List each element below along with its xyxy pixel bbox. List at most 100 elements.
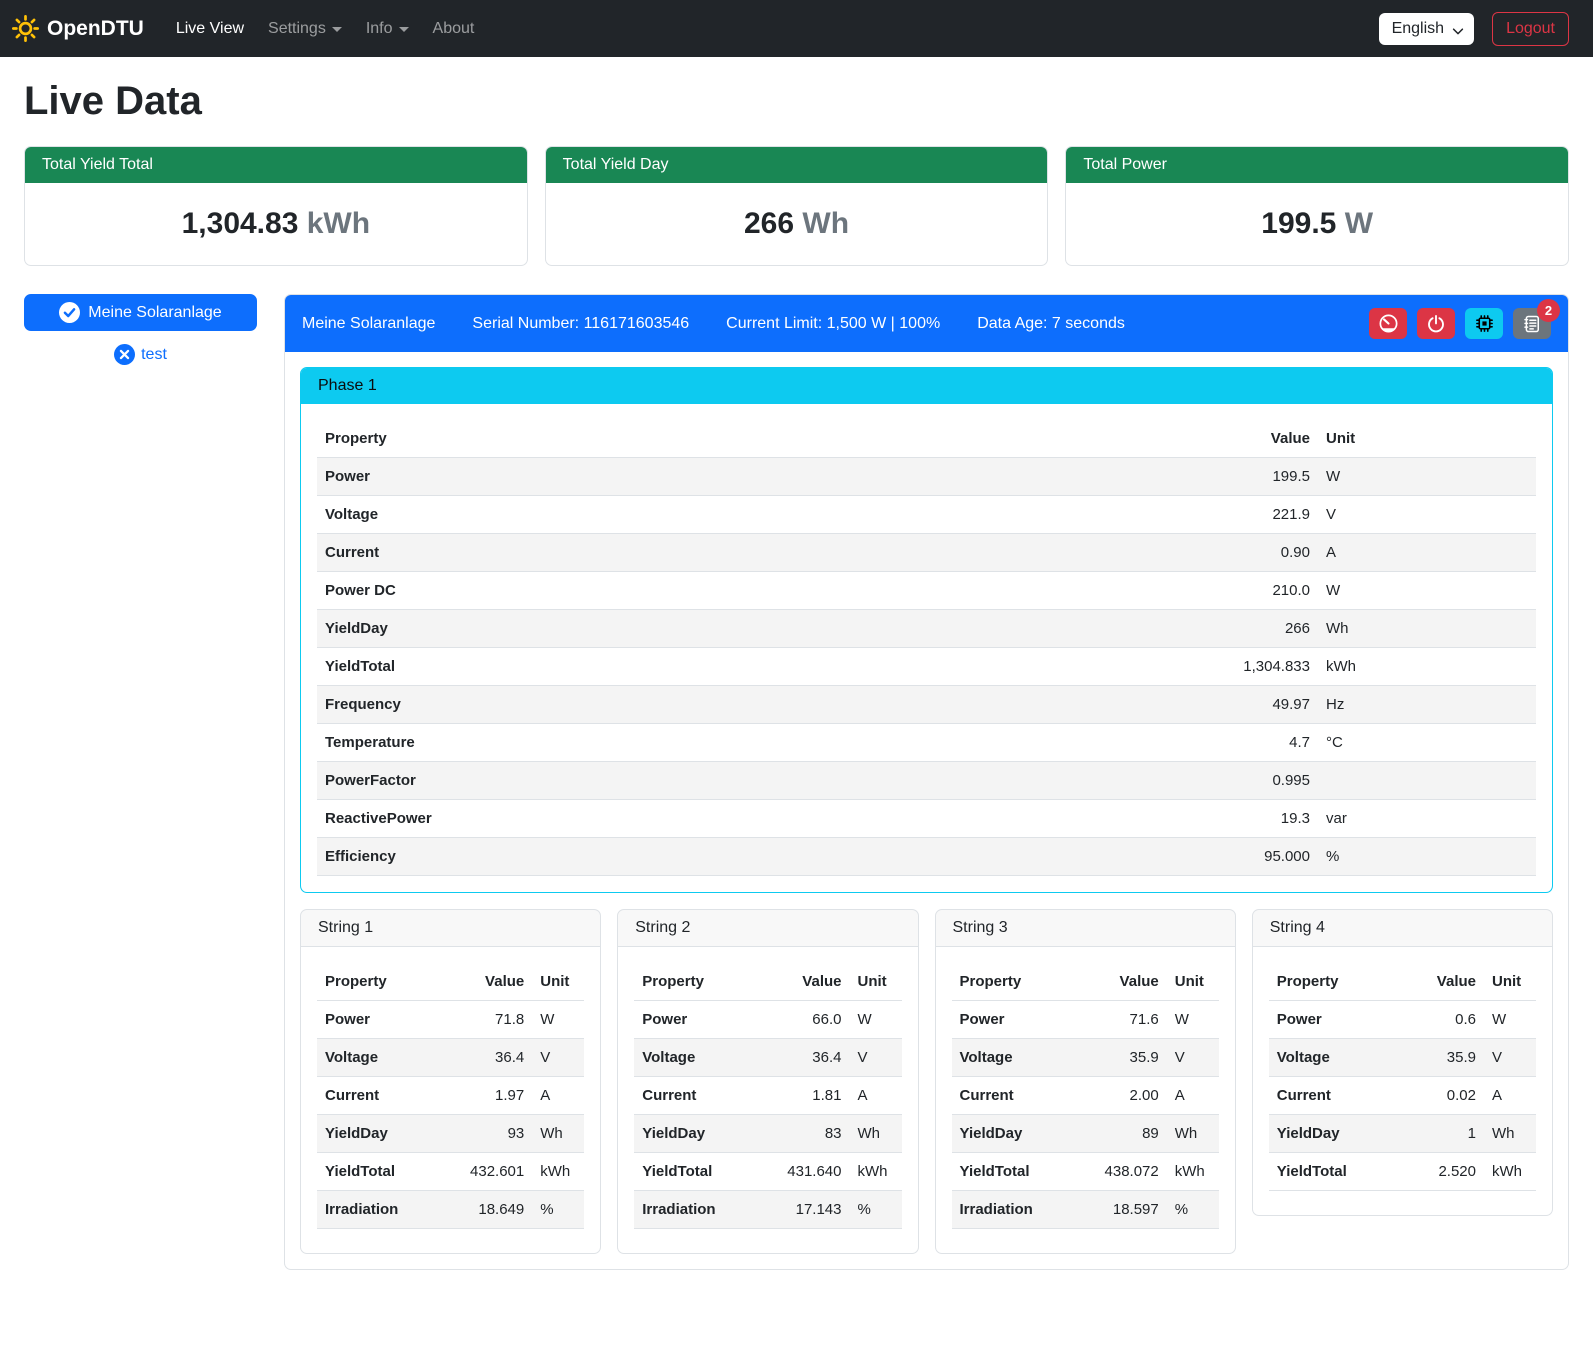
table-row: YieldTotal431.640kWh [634,1153,901,1191]
limit-settings-button[interactable] [1369,308,1407,339]
property-value: 49.97 [1196,686,1318,724]
property-name: Power [317,1001,444,1039]
nav-item-info[interactable]: Info [356,12,419,46]
card-title: Total Yield Total [25,147,527,183]
nav-item-about[interactable]: About [423,12,485,46]
card-unit: Wh [802,207,849,240]
property-value: 1.97 [444,1077,532,1115]
property-unit: % [850,1191,902,1229]
page-title: Live Data [24,79,1569,124]
property-unit: Wh [532,1115,584,1153]
property-value: 18.597 [1079,1191,1167,1229]
property-value: 2.00 [1079,1077,1167,1115]
property-value: 35.9 [1079,1039,1167,1077]
string-card-title: String 2 [618,910,917,947]
table-row: YieldTotal2.520kWh [1269,1153,1536,1191]
property-name: Power DC [317,572,1196,610]
property-unit: V [1167,1039,1219,1077]
property-unit: V [532,1039,584,1077]
inverter-item-test[interactable]: test [24,344,257,365]
table-row: YieldDay83Wh [634,1115,901,1153]
power-button[interactable] [1417,308,1455,339]
strings-row: String 1PropertyValueUnitPower71.8WVolta… [300,909,1553,1254]
logout-button[interactable]: Logout [1492,12,1569,46]
table-row: Temperature4.7°C [317,724,1536,762]
table-row: Power66.0W [634,1001,901,1039]
property-value: 1,304.833 [1196,648,1318,686]
total-power-card: Total Power 199.5 W [1065,146,1569,266]
property-name: YieldTotal [317,1153,444,1191]
table-row: Current1.97A [317,1077,584,1115]
brand[interactable]: OpenDTU [12,15,144,42]
table-row: Power0.6W [1269,1001,1536,1039]
column-header-property: Property [317,963,444,1001]
property-value: 210.0 [1196,572,1318,610]
property-unit: Wh [1484,1115,1536,1153]
property-name: YieldDay [952,1115,1079,1153]
property-name: Efficiency [317,838,1196,876]
property-name: Power [1269,1001,1396,1039]
column-header-property: Property [634,963,761,1001]
property-name: Voltage [634,1039,761,1077]
chevron-down-icon [1451,24,1465,38]
table-row: ReactivePower19.3var [317,800,1536,838]
nav-item-label: Live View [176,20,244,38]
card-title: Total Yield Day [546,147,1048,183]
top-navbar: OpenDTU Live View Settings Info About En… [0,0,1593,57]
string-card-body: PropertyValueUnitPower71.8WVoltage36.4VC… [301,947,600,1253]
serial-number: Serial Number: 116171603546 [472,315,689,333]
property-name: Current [317,534,1196,572]
table-row: Voltage221.9V [317,496,1536,534]
property-unit: W [1167,1001,1219,1039]
table-row: Power71.6W [952,1001,1219,1039]
inverter-panel-header: Meine Solaranlage Serial Number: 1161716… [285,295,1568,352]
inverter-panel-body: Phase 1 PropertyValueUnitPower199.5WVolt… [285,352,1568,1269]
property-name: Current [952,1077,1079,1115]
table-row: Current0.90A [317,534,1536,572]
inverter-selected-button[interactable]: Meine Solaranlage [24,294,257,331]
table-row: Current1.81A [634,1077,901,1115]
data-age: Data Age: 7 seconds [977,315,1125,333]
event-log-button[interactable]: 2 [1513,308,1551,339]
string-card-1: String 1PropertyValueUnitPower71.8WVolta… [300,909,601,1254]
nav-item-settings[interactable]: Settings [258,12,352,46]
column-header-unit: Unit [850,963,902,1001]
properties-table: PropertyValueUnitPower66.0WVoltage36.4VC… [634,963,901,1229]
property-unit: Wh [850,1115,902,1153]
column-header-unit: Unit [1318,420,1536,458]
properties-table: PropertyValueUnitPower71.8WVoltage36.4VC… [317,963,584,1229]
string-card-title: String 4 [1253,910,1552,947]
column-header-unit: Unit [1484,963,1536,1001]
property-value: 1 [1396,1115,1484,1153]
summary-cards-row: Total Yield Total 1,304.83 kWh Total Yie… [24,146,1569,266]
table-row: Irradiation18.649% [317,1191,584,1229]
property-name: Irradiation [634,1191,761,1229]
property-unit: kWh [1484,1153,1536,1191]
property-unit: var [1318,800,1536,838]
property-value: 0.02 [1396,1077,1484,1115]
property-value: 221.9 [1196,496,1318,534]
language-select[interactable]: English [1379,13,1474,45]
property-value: 95.000 [1196,838,1318,876]
property-value: 2.520 [1396,1153,1484,1191]
property-unit: W [1318,458,1536,496]
column-header-unit: Unit [532,963,584,1001]
properties-table: PropertyValueUnitPower71.6WVoltage35.9VC… [952,963,1219,1229]
table-header-row: PropertyValueUnit [317,420,1536,458]
language-selected-value: English [1392,20,1444,38]
total-yield-day-card: Total Yield Day 266 Wh [545,146,1049,266]
property-name: YieldTotal [952,1153,1079,1191]
property-value: 18.649 [444,1191,532,1229]
property-name: YieldTotal [317,648,1196,686]
device-info-button[interactable] [1465,308,1503,339]
card-value: 1,304.83 [182,207,299,240]
card-value-row: 266 Wh [546,183,1048,265]
table-row: YieldDay1Wh [1269,1115,1536,1153]
property-name: Power [634,1001,761,1039]
property-name: Voltage [317,1039,444,1077]
table-header-row: PropertyValueUnit [317,963,584,1001]
property-unit: W [532,1001,584,1039]
table-row: PowerFactor0.995 [317,762,1536,800]
nav-item-live-view[interactable]: Live View [166,12,254,46]
table-row: Irradiation17.143% [634,1191,901,1229]
